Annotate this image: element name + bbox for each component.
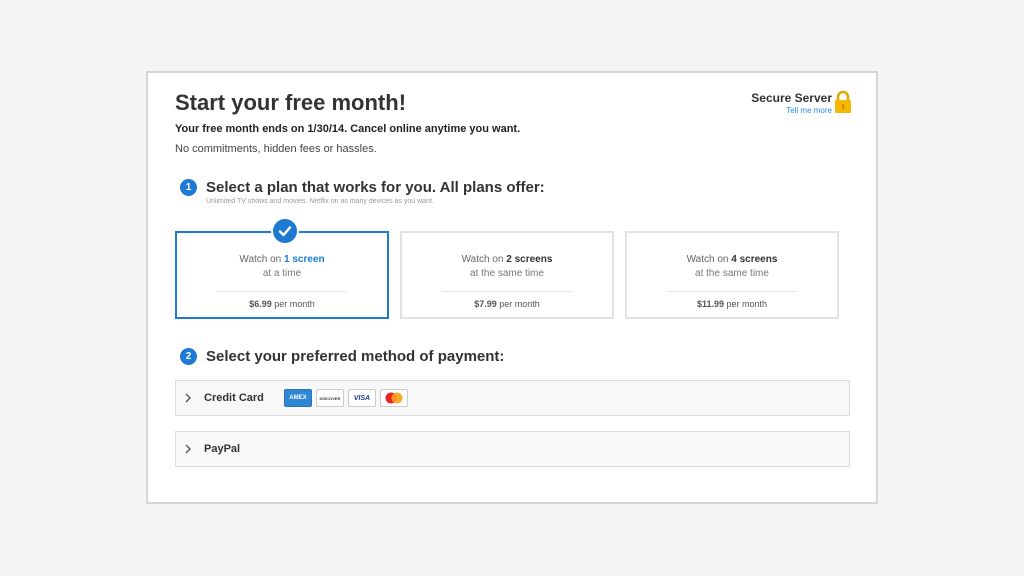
visa-card-icon: VISA [347,389,376,407]
selected-check-icon [271,217,299,245]
plan-screens-text: Watch on 4 screens [686,254,778,265]
plan-4-screens[interactable]: Watch on 4 screens at the same time $11.… [625,231,839,319]
amex-card-icon: AMEX [283,389,312,407]
card-logos: AMEX DISCOVER VISA [283,389,408,407]
chevron-right-icon [184,393,198,403]
plan-price: $11.99 per month [696,299,768,309]
chevron-right-icon [184,444,198,454]
paypal-option[interactable]: PayPal [175,431,850,467]
step-2-title: Select your preferred method of payment: [206,348,505,365]
plan-concurrency-text: at a time [262,268,302,279]
plan-divider [217,291,347,292]
mastercard-card-icon [379,389,408,407]
credit-card-label: Credit Card [204,392,264,404]
plan-screens-text: Watch on 2 screens [461,254,553,265]
step-2-number: 2 [180,348,197,365]
plan-divider [442,291,572,292]
step-1-title: Select a plan that works for you. All pl… [206,179,545,196]
signup-panel: Start your free month! Your free month e… [146,71,878,504]
plan-divider [667,291,797,292]
plan-price: $7.99 per month [474,299,540,309]
credit-card-option[interactable]: Credit Card AMEX DISCOVER VISA [175,380,850,416]
secure-server-badge: Secure Server Tell me more [751,91,832,115]
plan-2-screens[interactable]: Watch on 2 screens at the same time $7.9… [400,231,614,319]
plan-1-screen[interactable]: Watch on 1 screen at a time $6.99 per mo… [175,217,389,319]
plan-benefits-note: Unlimited TV shows and movies. Netflix o… [206,198,434,205]
free-month-end-text: Your free month ends on 1/30/14. Cancel … [175,123,521,135]
plan-concurrency-text: at the same time [470,268,544,279]
tell-me-more-link[interactable]: Tell me more [751,106,832,115]
no-commitment-text: No commitments, hidden fees or hassles. [175,143,377,155]
step-2-header: 2 Select your preferred method of paymen… [180,348,504,365]
discover-card-icon: DISCOVER [315,389,344,407]
plan-price: $6.99 per month [249,299,315,309]
plan-screens-text: Watch on 1 screen [239,254,325,265]
step-1-number: 1 [180,179,197,196]
page-title: Start your free month! [175,90,407,115]
plan-concurrency-text: at the same time [695,268,769,279]
paypal-label: PayPal [204,443,241,455]
lock-icon [835,90,851,113]
secure-server-label: Secure Server [751,91,832,105]
step-1-header: 1 Select a plan that works for you. All … [180,179,545,196]
